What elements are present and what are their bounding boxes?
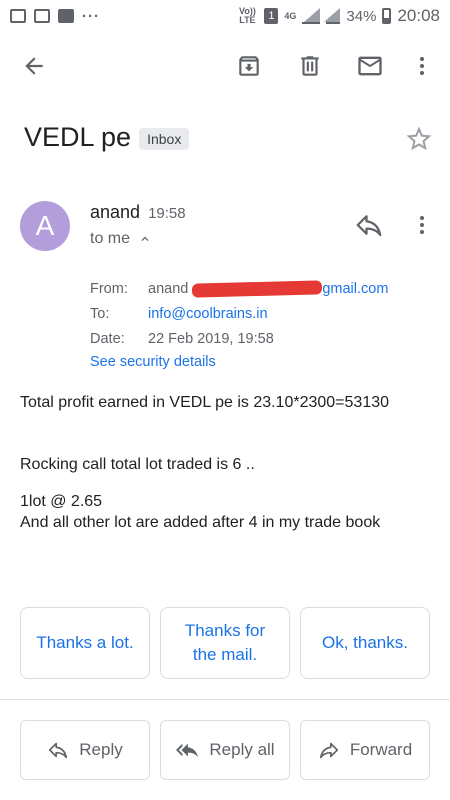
date-value: 22 Feb 2019, 19:58	[148, 330, 274, 347]
to-value[interactable]: info@coolbrains.in	[148, 306, 268, 322]
email-toolbar	[0, 38, 450, 94]
forward-label: Forward	[349, 740, 413, 759]
body-line: And all other lot are added after 4 in m…	[20, 514, 381, 531]
smart-reply-button[interactable]: Thanks for the mail.	[160, 607, 290, 679]
date-row: Date: 22 Feb 2019, 19:58	[90, 326, 388, 351]
from-value[interactable]: anand gmail.com	[148, 279, 389, 298]
smart-reply-button[interactable]: Ok, thanks.	[300, 607, 430, 679]
mark-unread-button[interactable]	[352, 48, 388, 84]
reply-button[interactable]: Reply	[20, 720, 150, 780]
inbox-label-chip[interactable]: Inbox	[139, 127, 190, 150]
signal-icon-2	[324, 8, 341, 24]
email-subject: VEDL pe	[24, 122, 132, 152]
sim-indicator: 1	[264, 8, 279, 24]
back-button[interactable]	[16, 48, 52, 84]
body-paragraph: 1lot @ 2.65 And all other lot are added …	[20, 491, 440, 533]
reply-icon	[49, 742, 68, 759]
from-domain: gmail.com	[322, 280, 389, 297]
sender-line: anand 19:58	[90, 202, 186, 223]
notification-icons: ···	[10, 8, 100, 25]
network-type-label: 4G	[284, 10, 297, 21]
sender-avatar[interactable]: A	[20, 201, 70, 251]
more-vert-icon	[420, 216, 424, 234]
body-line: 1lot @ 2.65	[20, 493, 103, 510]
more-notifications-icon: ···	[82, 7, 100, 25]
reply-quick-button[interactable]	[354, 210, 386, 242]
trash-icon	[301, 56, 319, 76]
body-line: Rocking call total lot traded is 6 ..	[20, 456, 255, 473]
system-icons: Vo)) LTE 1 4G 34% 20:08	[236, 6, 440, 26]
chevron-up-icon	[141, 236, 149, 241]
sender-time: 19:58	[148, 205, 186, 222]
to-row: To: info@coolbrains.in	[90, 301, 388, 326]
more-options-button[interactable]	[404, 48, 440, 84]
to-label: To:	[90, 305, 110, 322]
security-details-link[interactable]: See security details	[90, 354, 388, 370]
archive-button[interactable]	[231, 48, 267, 84]
battery-percent: 34%	[346, 7, 377, 25]
to-me-label: to me	[90, 230, 131, 247]
star-icon	[406, 126, 432, 151]
clock: 20:08	[397, 6, 440, 25]
smart-reply-label: Thanks for the mail.	[184, 621, 266, 664]
from-label: From:	[90, 280, 128, 297]
divider	[0, 699, 450, 700]
forward-icon	[319, 742, 338, 759]
date-label: Date:	[90, 330, 125, 347]
battery-icon	[382, 8, 392, 24]
more-vert-icon	[420, 57, 424, 75]
volte-icon: Vo)) LTE	[238, 6, 256, 25]
delete-button[interactable]	[292, 48, 328, 84]
mark-unread-icon	[358, 56, 382, 76]
message-details: From: anand gmail.com To: info@coolbrain…	[90, 276, 388, 370]
archive-icon	[239, 56, 259, 76]
from-name: anand	[148, 280, 189, 297]
reply-label: Reply	[79, 740, 123, 759]
message-more-button[interactable]	[410, 210, 434, 242]
signal-icon	[302, 8, 321, 24]
gmail-notification-icon	[34, 9, 50, 23]
reply-all-label: Reply all	[209, 740, 275, 759]
forward-button[interactable]: Forward	[300, 720, 430, 780]
redaction-mark	[192, 279, 323, 298]
recipients-toggle[interactable]: to me	[90, 230, 152, 248]
smart-reply-button[interactable]: Thanks a lot.	[20, 607, 150, 679]
avatar-initial: A	[35, 210, 55, 241]
back-arrow-icon	[25, 57, 43, 75]
star-button[interactable]	[404, 124, 434, 154]
reply-icon	[356, 215, 382, 237]
reply-all-icon	[176, 743, 199, 758]
subject-line: VEDL pe Inbox	[24, 122, 190, 153]
reply-all-button[interactable]: Reply all	[160, 720, 290, 780]
gallery-notification-icon	[10, 9, 26, 23]
body-line: Total profit earned in VEDL pe is 23.10*…	[20, 394, 390, 411]
email-body: Total profit earned in VEDL pe is 23.10*…	[20, 392, 440, 531]
from-row: From: anand gmail.com	[90, 276, 388, 301]
sender-name: anand	[90, 202, 141, 222]
status-bar: ··· Vo)) LTE 1 4G 34% 20:08	[0, 0, 450, 32]
youtube-notification-icon	[58, 9, 74, 23]
